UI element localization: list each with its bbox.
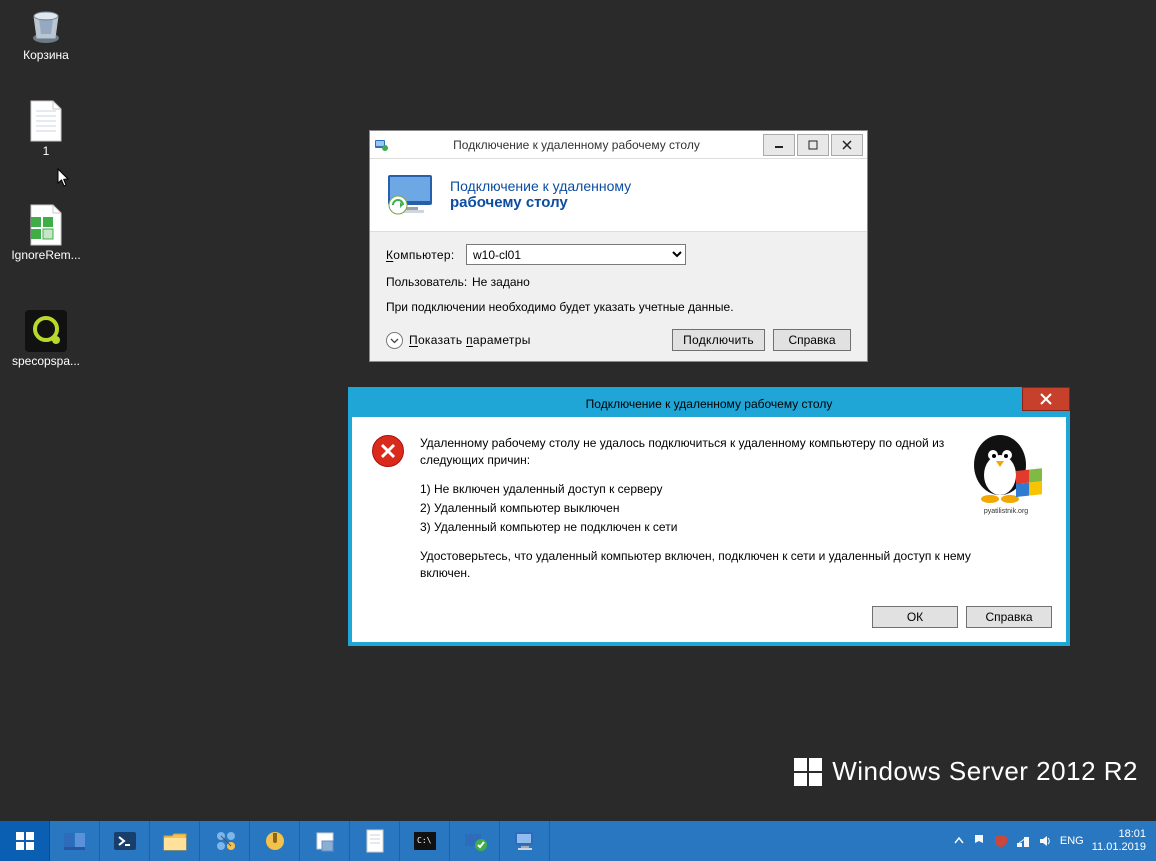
minimize-button[interactable] bbox=[763, 134, 795, 156]
reg-file-icon bbox=[25, 204, 67, 246]
rdp-header: Подключение к удаленному рабочему столу bbox=[370, 159, 867, 231]
desktop-icon-file-1[interactable]: 1 bbox=[4, 100, 88, 158]
error-dialog[interactable]: Подключение к удаленному рабочему столу … bbox=[348, 387, 1070, 646]
rdp-header-line1: Подключение к удаленному bbox=[450, 178, 631, 194]
desktop-icon-label: IgnoreRem... bbox=[4, 248, 88, 262]
computer-label: ККомпьютер:омпьютер: bbox=[386, 248, 466, 262]
connect-button[interactable]: Подключить bbox=[672, 329, 765, 351]
mouse-cursor-icon bbox=[57, 168, 71, 188]
rdp-window-icon bbox=[370, 138, 392, 152]
taskbar-rdp[interactable] bbox=[500, 821, 550, 861]
tray-language[interactable]: ENG bbox=[1060, 835, 1084, 847]
tray-network-icon[interactable] bbox=[1016, 834, 1030, 848]
windows-logo-icon bbox=[794, 758, 822, 786]
start-button[interactable] bbox=[0, 821, 50, 861]
rdp-titlebar[interactable]: Подключение к удаленному рабочему столу bbox=[370, 131, 867, 159]
rdp-header-line2: рабочему столу bbox=[450, 194, 631, 211]
taskbar[interactable]: C:\ ENG 18:01 11.01.2019 bbox=[0, 821, 1156, 861]
desktop-icon-specops[interactable]: specopspa... bbox=[4, 310, 88, 368]
error-titlebar[interactable]: Подключение к удаленному рабочему столу bbox=[352, 391, 1066, 417]
desktop-icon-ignorerem[interactable]: IgnoreRem... bbox=[4, 204, 88, 262]
tray-shield-icon[interactable] bbox=[994, 834, 1008, 848]
tray-clock[interactable]: 18:01 11.01.2019 bbox=[1092, 828, 1146, 854]
tray-time: 18:01 bbox=[1092, 828, 1146, 841]
chevron-down-icon bbox=[386, 332, 403, 349]
tray-chevron-up-icon[interactable] bbox=[954, 834, 964, 848]
taskbar-powershell[interactable] bbox=[100, 821, 150, 861]
tray-volume-icon[interactable] bbox=[1038, 834, 1052, 848]
desktop-icon-recycle-bin[interactable]: Корзина bbox=[4, 4, 88, 62]
help-button[interactable]: Справка bbox=[966, 606, 1052, 628]
taskbar-cmd[interactable]: C:\ bbox=[400, 821, 450, 861]
error-icon bbox=[372, 435, 404, 467]
windows-start-icon bbox=[14, 830, 36, 852]
show-options-toggle[interactable]: Показать параметры Показать параметры bbox=[386, 332, 531, 349]
svg-text:C:\: C:\ bbox=[417, 836, 432, 845]
rdp-monitor-icon bbox=[386, 173, 434, 215]
taskbar-explorer[interactable] bbox=[150, 821, 200, 861]
tray-date: 11.01.2019 bbox=[1092, 841, 1146, 854]
user-label: Пользователь: bbox=[386, 275, 466, 289]
credentials-hint: При подключении необходимо будет указать… bbox=[386, 299, 851, 315]
svg-text:pyatilistnik.org: pyatilistnik.org bbox=[984, 508, 1028, 515]
penguin-watermark-icon: pyatilistnik.org bbox=[960, 425, 1052, 517]
maximize-button[interactable] bbox=[797, 134, 829, 156]
close-button[interactable] bbox=[1022, 387, 1070, 411]
user-value: Не задано bbox=[466, 275, 530, 289]
action-center-icon[interactable] bbox=[972, 834, 986, 848]
desktop-icon-label: 1 bbox=[4, 144, 88, 158]
taskbar-app-1[interactable] bbox=[200, 821, 250, 861]
system-tray[interactable]: ENG 18:01 11.01.2019 bbox=[944, 821, 1156, 861]
error-title: Подключение к удаленному рабочему столу bbox=[352, 397, 1066, 411]
desktop-icon-label: specopspa... bbox=[4, 354, 88, 368]
computer-select[interactable]: w10-cl01 bbox=[466, 244, 686, 265]
error-message: Удаленному рабочему столу не удалось под… bbox=[420, 435, 980, 594]
rdp-title: Подключение к удаленному рабочему столу bbox=[392, 138, 761, 152]
recycle-bin-icon bbox=[25, 4, 67, 46]
taskbar-server-manager[interactable] bbox=[50, 821, 100, 861]
taskbar-app-4[interactable] bbox=[450, 821, 500, 861]
rdp-dialog[interactable]: Подключение к удаленному рабочему столу … bbox=[369, 130, 868, 362]
desktop-icon-label: Корзина bbox=[4, 48, 88, 62]
ok-button[interactable]: ОК bbox=[872, 606, 958, 628]
app-icon bbox=[25, 310, 67, 352]
watermark-text: Windows Server 2012 R2 bbox=[832, 756, 1138, 787]
taskbar-app-3[interactable] bbox=[300, 821, 350, 861]
taskbar-notepad[interactable] bbox=[350, 821, 400, 861]
os-watermark: Windows Server 2012 R2 bbox=[794, 756, 1138, 787]
rdp-body: ККомпьютер:омпьютер: w10-cl01 Пользовате… bbox=[370, 231, 867, 361]
text-file-icon bbox=[25, 100, 67, 142]
close-button[interactable] bbox=[831, 134, 863, 156]
help-button[interactable]: Справка bbox=[773, 329, 851, 351]
taskbar-app-2[interactable] bbox=[250, 821, 300, 861]
